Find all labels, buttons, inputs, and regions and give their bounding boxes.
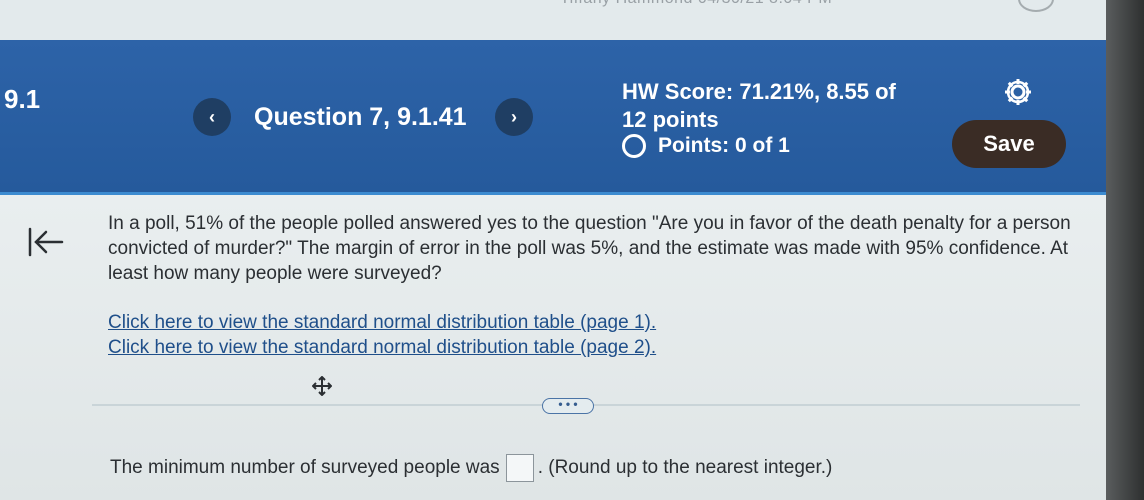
normal-table-link-page-1[interactable]: Click here to view the standard normal d… xyxy=(108,312,656,334)
normal-table-link-page-2[interactable]: Click here to view the standard normal d… xyxy=(108,337,656,359)
question-title: Question 7, 9.1.41 xyxy=(254,103,467,131)
top-strip: Tiffany Hammond 04/30/21 8:04 PM xyxy=(0,0,1110,40)
answer-input[interactable] xyxy=(505,454,534,482)
chevron-left-icon: ‹ xyxy=(209,106,215,127)
chevron-right-icon: › xyxy=(511,106,517,127)
question-text: In a poll, 51% of the people polled answ… xyxy=(108,213,1071,284)
move-icon[interactable] xyxy=(311,375,333,397)
answer-prefix: The minimum number of surveyed people wa… xyxy=(110,457,500,478)
screen-bezel xyxy=(1106,0,1144,500)
collapse-left-icon[interactable] xyxy=(26,226,66,258)
question-header: 9.1 ‹ Question 7, 9.1.41 › HW Score: 71.… xyxy=(0,40,1106,195)
previous-question-button[interactable]: ‹ xyxy=(193,98,231,136)
next-question-button[interactable]: › xyxy=(495,98,533,136)
section-number: 9.1 xyxy=(4,84,41,114)
hw-score: HW Score: 71.21%, 8.55 of 12 points xyxy=(622,79,896,132)
screen: Tiffany Hammond 04/30/21 8:04 PM 9.1 ‹ Q… xyxy=(0,0,1144,500)
points-status: Points: 0 of 1 xyxy=(622,134,790,158)
account-circle-icon[interactable] xyxy=(1018,0,1054,12)
expand-button[interactable]: • • • xyxy=(542,398,594,414)
answer-suffix: . (Round up to the nearest integer.) xyxy=(537,457,833,478)
points-label: Points: 0 of 1 xyxy=(658,134,790,157)
status-circle-icon xyxy=(622,134,646,158)
save-button[interactable]: Save xyxy=(952,120,1066,168)
user-info-text: Tiffany Hammond 04/30/21 8:04 PM xyxy=(560,0,832,8)
answer-row: The minimum number of surveyed people wa… xyxy=(110,454,832,482)
gear-icon[interactable] xyxy=(1002,76,1034,108)
